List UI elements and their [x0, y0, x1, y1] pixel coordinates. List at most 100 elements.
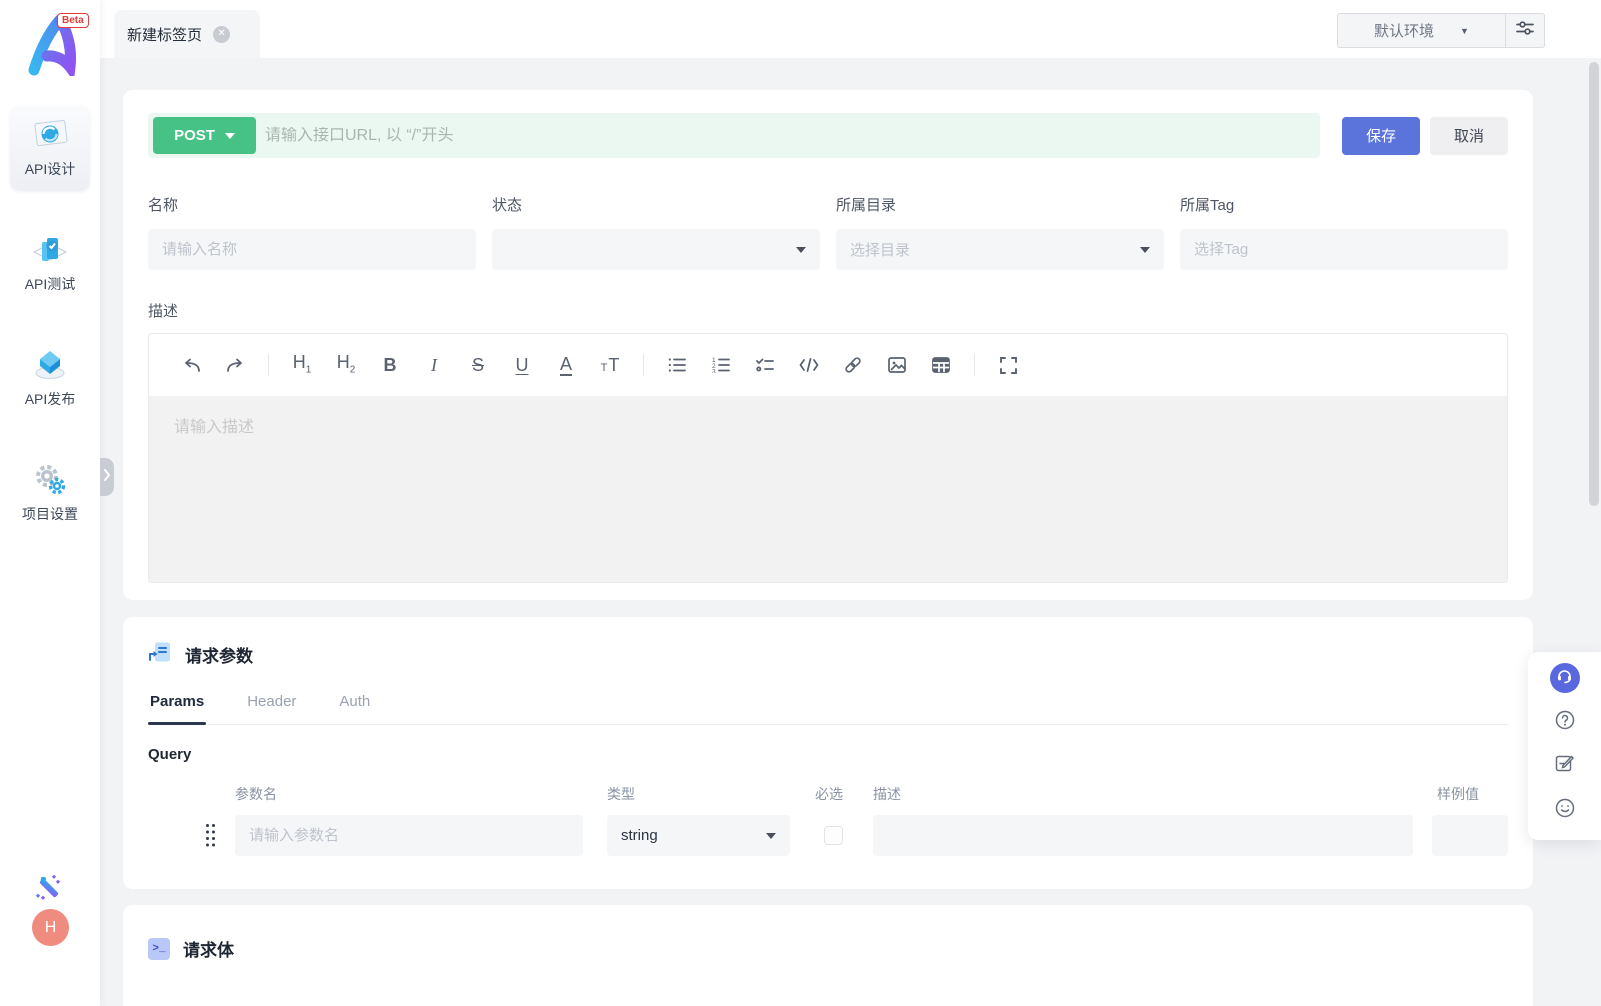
param-name-input[interactable]	[235, 815, 583, 856]
support-headset-button[interactable]	[1549, 663, 1580, 693]
param-description-input[interactable]	[873, 815, 1413, 856]
param-type-value: string	[621, 827, 658, 844]
top-bar: 新建标签页 ✕ 默认环境 ▼	[100, 0, 1601, 58]
sidebar: Beta API设计 API测试 API发布 项目设置 H	[0, 0, 100, 1006]
table-icon[interactable]	[924, 348, 958, 382]
sidebar-item-label: 项目设置	[22, 506, 78, 522]
tab-params[interactable]: Params	[147, 693, 207, 725]
tag-label: 所属Tag	[1180, 197, 1235, 214]
request-body-icon: >_	[148, 937, 170, 960]
project-settings-icon	[10, 462, 90, 498]
task-list-icon[interactable]	[748, 348, 782, 382]
heading2-icon[interactable]: H2	[329, 348, 363, 382]
strikethrough-icon[interactable]: S	[461, 348, 495, 382]
chevron-down-icon	[1140, 246, 1150, 253]
col-name: 参数名	[235, 786, 277, 802]
meta-fields-row: 名称 状态 所属目录 选择目录 所属Tag	[148, 194, 1508, 270]
smiley-icon	[1554, 797, 1576, 824]
sidebar-nav: API设计 API测试 API发布 项目设置	[0, 106, 100, 536]
undo-icon[interactable]	[174, 348, 208, 382]
status-select[interactable]	[492, 229, 820, 270]
italic-icon[interactable]: I	[417, 348, 451, 382]
sidebar-item-label: API发布	[24, 391, 76, 407]
headset-icon	[1556, 667, 1573, 689]
heading1-icon[interactable]: H1	[285, 348, 319, 382]
smiley-feedback-button[interactable]	[1550, 795, 1580, 825]
api-design-icon	[10, 117, 90, 153]
support-panel	[1528, 652, 1601, 840]
avatar[interactable]: H	[32, 909, 69, 946]
link-icon[interactable]	[836, 348, 870, 382]
col-required: 必选	[815, 786, 843, 802]
sidebar-item-api-publish[interactable]: API发布	[10, 336, 90, 421]
image-icon[interactable]	[880, 348, 914, 382]
description-label: 描述	[148, 303, 179, 320]
url-input[interactable]	[265, 126, 1321, 145]
col-example: 样例值	[1437, 786, 1479, 802]
tag-input[interactable]	[1194, 241, 1494, 258]
request-params-icon	[148, 640, 172, 669]
editor-toolbar: H1 H2 B I S U A TT 1 2 3	[149, 334, 1507, 396]
directory-label: 所属目录	[836, 197, 897, 214]
ordered-list-icon[interactable]: 1 2 3	[704, 348, 738, 382]
bullet-list-icon[interactable]	[660, 348, 694, 382]
sidebar-item-project-settings[interactable]: 项目设置	[10, 451, 90, 536]
tab-header[interactable]: Header	[247, 693, 296, 724]
request-params-card: 请求参数 Params Header Auth Query 参数名 类型 必选 …	[123, 617, 1533, 889]
fullscreen-icon[interactable]	[991, 348, 1025, 382]
chevron-down-icon	[224, 132, 235, 139]
description-input[interactable]: 请输入描述	[149, 396, 1507, 582]
sidebar-item-api-test[interactable]: API测试	[10, 221, 90, 306]
param-type-select[interactable]: string	[607, 815, 790, 856]
feedback-form-button[interactable]	[1550, 751, 1580, 781]
query-group-label: Query	[148, 746, 192, 763]
underline-icon[interactable]: U	[505, 348, 539, 382]
feedback-form-icon	[1554, 753, 1575, 779]
col-type: 类型	[607, 786, 635, 802]
environment-group: 默认环境 ▼	[1337, 13, 1545, 48]
toolbar-divider	[268, 354, 269, 376]
params-column-headers: 参数名 类型 必选 描述 样例值	[148, 784, 1508, 802]
status-field: 状态	[492, 194, 820, 270]
drag-handle-icon[interactable]	[205, 823, 216, 853]
name-field: 名称	[148, 194, 476, 270]
environment-settings-button[interactable]	[1506, 14, 1544, 47]
tab-auth[interactable]: Auth	[339, 693, 370, 724]
col-description: 描述	[873, 786, 901, 802]
directory-select[interactable]: 选择目录	[836, 229, 1164, 270]
status-label: 状态	[492, 197, 523, 214]
font-size-icon[interactable]: TT	[593, 348, 627, 382]
magic-wand-icon[interactable]	[0, 872, 100, 902]
code-icon[interactable]	[792, 348, 826, 382]
toolbar-divider	[974, 354, 975, 376]
environment-select[interactable]: 默认环境 ▼	[1338, 14, 1506, 47]
redo-icon[interactable]	[218, 348, 252, 382]
request-body-card: >_ 请求体	[123, 905, 1533, 1006]
font-color-icon[interactable]: A	[549, 348, 583, 382]
request-body-title: 请求体	[183, 941, 234, 960]
cancel-button[interactable]: 取消	[1430, 116, 1508, 155]
sidebar-item-label: API测试	[24, 276, 76, 292]
request-params-title: 请求参数	[185, 647, 253, 666]
param-example-input[interactable]	[1432, 815, 1508, 856]
close-icon[interactable]: ✕	[213, 25, 231, 43]
chevron-down-icon	[766, 832, 776, 839]
logo-box: Beta	[0, 0, 100, 88]
sidebar-item-api-design[interactable]: API设计	[10, 106, 90, 191]
url-bar: POST	[148, 113, 1321, 158]
bold-icon[interactable]: B	[373, 348, 407, 382]
method-select-button[interactable]: POST	[153, 117, 256, 154]
save-button[interactable]: 保存	[1342, 116, 1421, 155]
sliders-icon	[1515, 18, 1535, 43]
name-input[interactable]	[162, 241, 462, 258]
vertical-scrollbar-thumb[interactable]	[1589, 62, 1599, 506]
tag-field: 所属Tag	[1180, 194, 1508, 270]
param-required-checkbox[interactable]	[824, 826, 843, 845]
sidebar-expand-handle[interactable]	[100, 458, 114, 496]
name-input-wrap	[148, 229, 476, 270]
help-button[interactable]	[1550, 707, 1580, 737]
params-tabs: Params Header Auth	[147, 693, 1508, 725]
environment-select-value: 默认环境	[1374, 23, 1435, 40]
document-tab[interactable]: 新建标签页 ✕	[114, 10, 260, 58]
request-body-title-row: >_ 请求体	[148, 936, 1508, 961]
